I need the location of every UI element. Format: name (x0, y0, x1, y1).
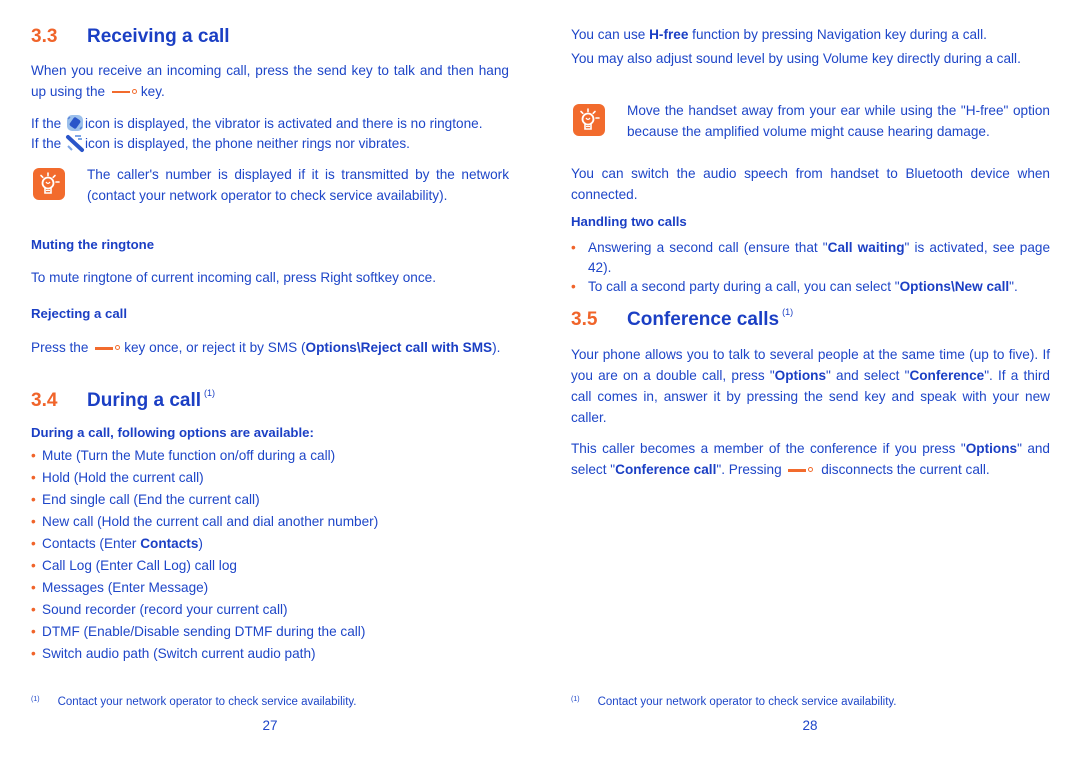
section-number: 3.5 (571, 309, 598, 330)
list-item: Messages (Enter Message) (31, 577, 378, 599)
footnote-marker: (1) (204, 388, 216, 398)
silent-mode-icon (65, 133, 85, 153)
rejecting-text-start: Press the (31, 340, 89, 355)
footnote-text: Contact your network operator to check s… (57, 696, 357, 708)
section-title: Conference calls (627, 309, 780, 330)
volume-paragraph: You may also adjust sound level by using… (571, 51, 1021, 66)
section-3-3-heading: 3.3 Receiving a call (31, 26, 230, 48)
silent-text-end: icon is displayed, the phone neither rin… (85, 136, 410, 151)
list-item: Answering a second call (ensure that "Ca… (571, 238, 1050, 277)
during-call-options-list: Mute (Turn the Mute function on/off duri… (31, 445, 378, 665)
silent-paragraph: If the icon is displayed, the phone neit… (31, 133, 516, 155)
list-item: End single call (End the current call) (31, 489, 378, 511)
lightbulb-tip-icon (573, 104, 605, 136)
list-item: Mute (Turn the Mute function on/off duri… (31, 445, 378, 467)
muting-text: To mute ringtone of current incoming cal… (31, 270, 436, 285)
footnote-marker: (1) (782, 307, 794, 317)
rejecting-heading: Rejecting a call (31, 306, 128, 321)
footnote: (1) Contact your network operator to chec… (571, 696, 896, 708)
vibrate-mode-icon (65, 113, 85, 133)
vibrate-text-start: If the (31, 116, 62, 131)
rejecting-text-mid: key once, or reject it by SMS ( (124, 340, 306, 355)
list-item: To call a second party during a call, yo… (571, 277, 1050, 297)
section-3-4-heading: 3.4 During a call (1) (31, 388, 216, 412)
hfree-paragraph: You can use H-free function by pressing … (571, 25, 987, 46)
list-item: Sound recorder (record your current call… (31, 599, 378, 621)
footnote-marker: (1) (571, 696, 580, 703)
rejecting-paragraph: Press the key once, or reject it by SMS … (31, 338, 509, 359)
conference-paragraph-2: This caller becomes a member of the conf… (571, 441, 1050, 477)
bluetooth-paragraph: You can switch the audio speech from han… (571, 166, 1050, 202)
hfree-text-end: function by pressing Navigation key duri… (692, 27, 987, 42)
receiving-text: When you receive an incoming call, press… (31, 63, 509, 99)
page-number: 28 (802, 718, 818, 733)
section-3-5-heading: 3.5 Conference calls (1) (571, 307, 794, 331)
list-item: Hold (Hold the current call) (31, 467, 378, 489)
list-item: Call Log (Enter Call Log) call log (31, 555, 378, 577)
receiving-paragraph: When you receive an incoming call, press… (31, 61, 509, 102)
rejecting-text-end: ). (492, 340, 501, 355)
silent-text-start: If the (31, 136, 62, 151)
footnote: (1) Contact your network operator to chec… (31, 696, 356, 708)
list-item: DTMF (Enable/Disable sending DTMF during… (31, 621, 378, 643)
hfree-text-start: You can use (571, 27, 646, 42)
receiving-text-end: key. (140, 83, 165, 99)
caller-number-tip: The caller's number is displayed if it i… (87, 167, 509, 203)
section-title: Receiving a call (87, 26, 230, 47)
handling-two-calls-heading: Handling two calls (571, 214, 687, 229)
end-call-key-icon (95, 344, 121, 352)
footnote-marker: (1) (31, 696, 40, 703)
list-item: Switch audio path (Switch current audio … (31, 643, 378, 665)
list-item: Contacts (Enter Contacts) (31, 533, 378, 555)
section-number: 3.3 (31, 26, 58, 47)
page-number: 27 (262, 718, 278, 733)
conference-paragraph-1: Your phone allows you to talk to several… (571, 347, 1050, 425)
list-item: New call (Hold the current call and dial… (31, 511, 378, 533)
hfree-label: H-free (649, 27, 689, 42)
hfree-warning-tip: Move the handset away from your ear whil… (627, 103, 1050, 139)
footnote-text: Contact your network operator to check s… (597, 696, 897, 708)
end-call-key-icon (111, 88, 138, 96)
lightbulb-tip-icon (33, 168, 65, 200)
section-title: During a call (87, 390, 202, 411)
section-number: 3.4 (31, 390, 58, 411)
handling-two-calls-list: Answering a second call (ensure that "Ca… (571, 238, 1050, 297)
during-call-subheading: During a call, following options are ava… (31, 425, 314, 440)
reject-sms-option: Options\Reject call with SMS (305, 340, 493, 355)
end-call-key-icon (788, 466, 814, 474)
vibrate-text-end: icon is displayed, the vibrator is activ… (85, 116, 483, 131)
vibrate-paragraph: If the icon is displayed, the vibrator i… (31, 113, 516, 135)
muting-heading: Muting the ringtone (31, 237, 155, 252)
